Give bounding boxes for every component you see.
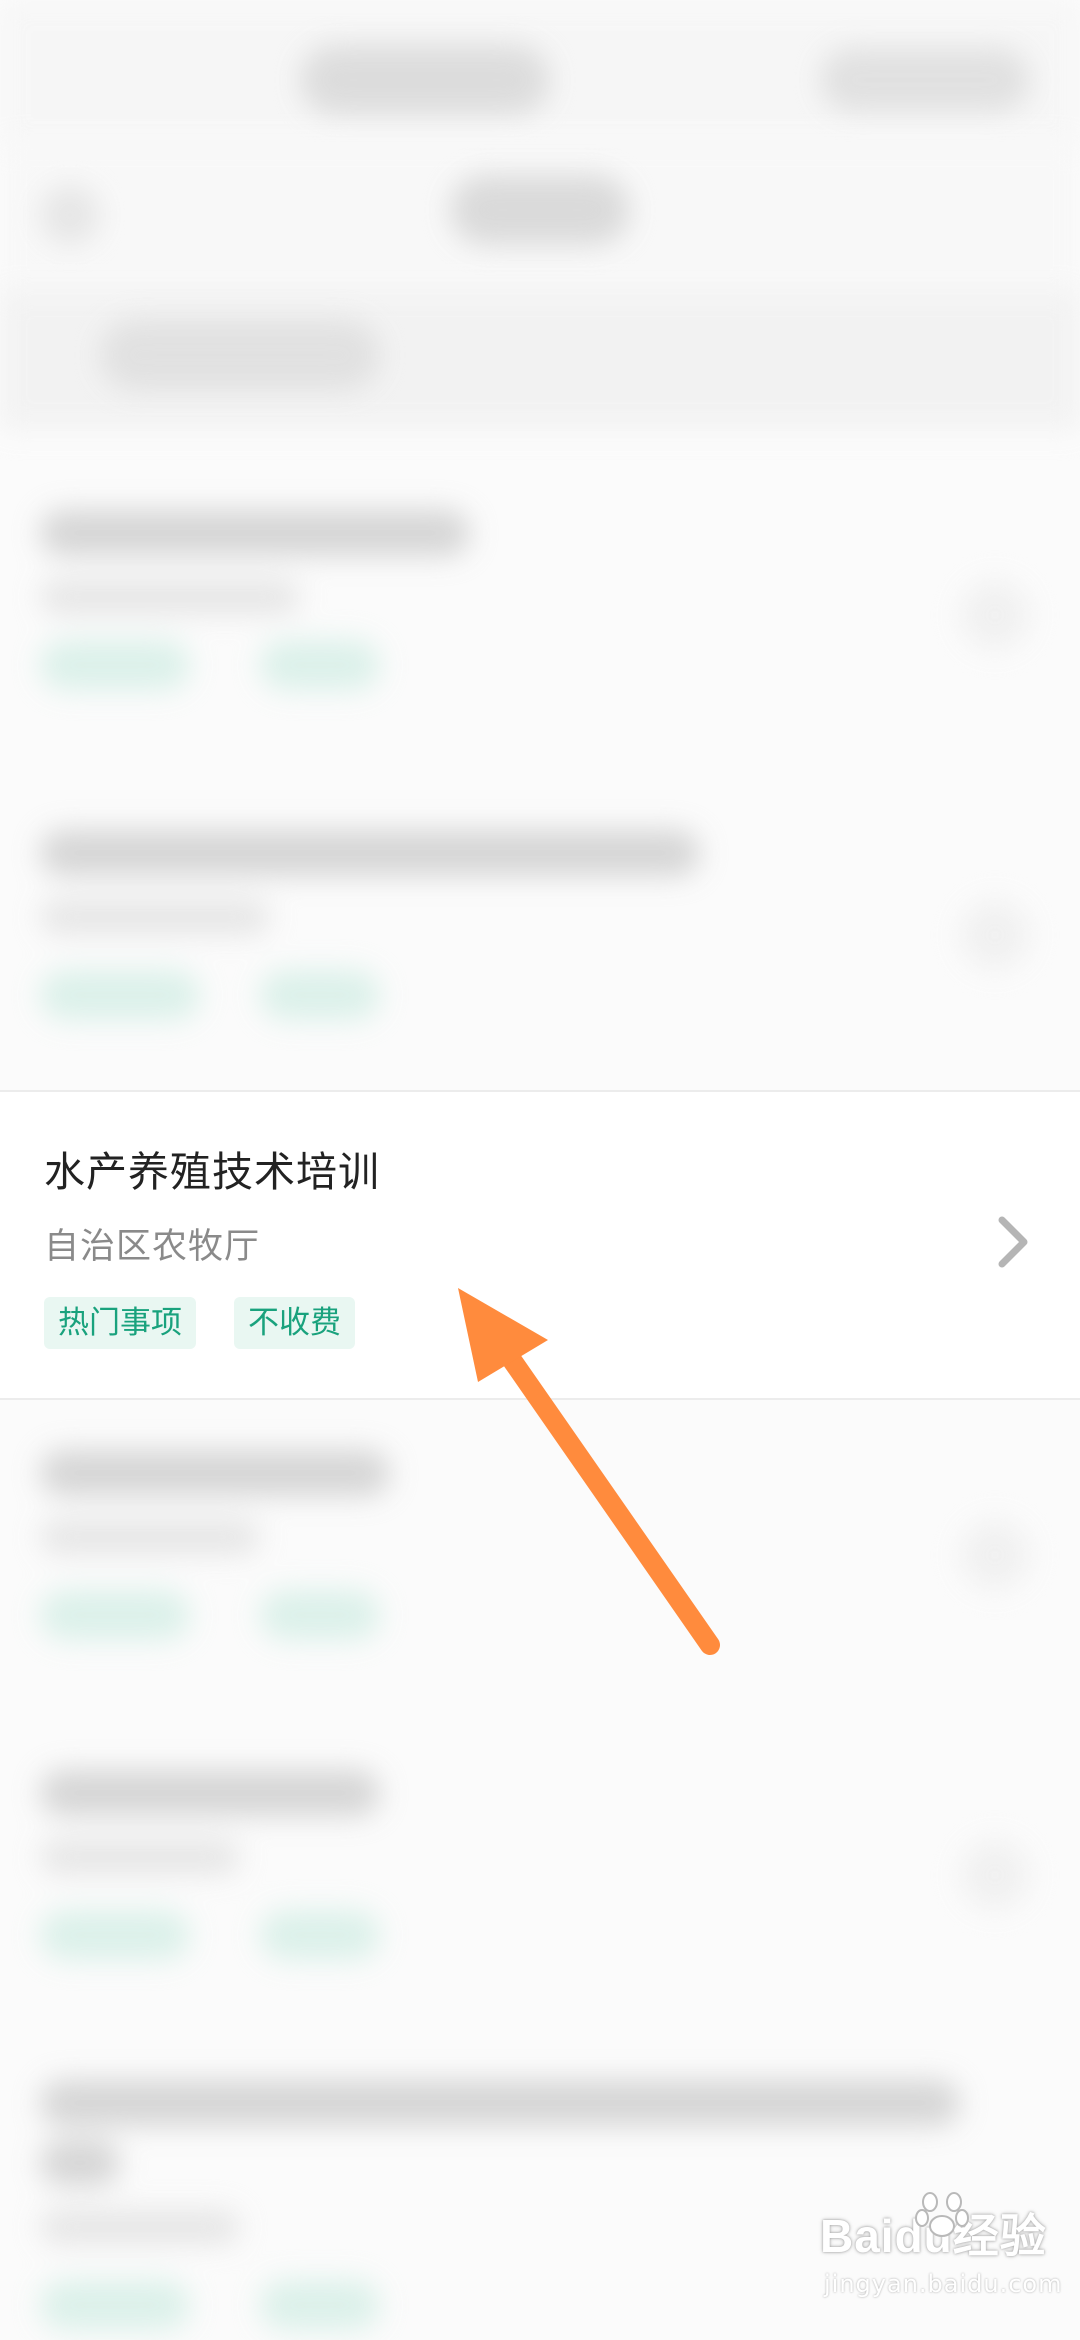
list-item[interactable] [0,800,1080,1060]
arrow-icon [458,1288,720,1655]
item-department: 自治区农牧厅 [44,1227,261,1267]
status-bar-right [820,48,1030,112]
app-screen: 水产养殖技术培训 自治区农牧厅 热门事项 不收费 Baidu经验 jingyan… [0,0,1080,2340]
list-item[interactable] [0,1740,1080,2000]
filter-item[interactable] [100,320,380,390]
tag-free: 不收费 [234,1297,355,1349]
watermark-domain: jingyan.baidu.com [824,2270,1063,2298]
chevron-right-icon[interactable] [992,1212,1036,1272]
paw-icon [915,2192,969,2237]
item-tags: 热门事项 不收费 [44,1297,355,1349]
list-item[interactable] [0,470,1080,730]
baidu-watermark: Baidu经验 jingyan.baidu.com [820,2192,1061,2320]
back-icon[interactable] [40,185,100,245]
tag-hot-item: 热门事项 [44,1297,196,1349]
page-title [450,175,630,245]
status-bar-center [300,45,550,115]
item-title: 水产养殖技术培训 [44,1148,380,1196]
